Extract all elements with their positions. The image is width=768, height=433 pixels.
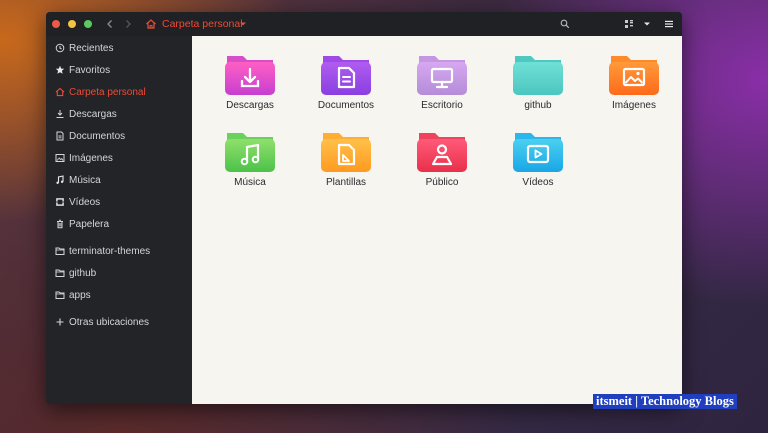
hamburger-menu-icon [665, 20, 673, 28]
video-icon [53, 195, 67, 209]
path-bar-current-location[interactable]: Carpeta personal [162, 17, 243, 31]
close-window-button[interactable] [52, 20, 60, 28]
image-folder-icon [609, 56, 659, 95]
sidebar: Recientes Favoritos Carpeta personal Des… [46, 36, 192, 404]
folder-documentos[interactable]: Documentos [306, 54, 386, 124]
sidebar-item-label: Carpeta personal [69, 86, 146, 98]
folder-github[interactable]: github [498, 54, 578, 124]
sidebar-item-videos[interactable]: Vídeos [46, 192, 192, 212]
folder-icon [53, 244, 67, 258]
caret-down-icon [644, 22, 650, 26]
plus-icon [53, 315, 67, 329]
star-icon [53, 63, 67, 77]
document-icon [53, 129, 67, 143]
maximize-window-button[interactable] [84, 20, 92, 28]
sidebar-item-label: Imágenes [69, 152, 113, 164]
folder-escritorio[interactable]: Escritorio [402, 54, 482, 124]
sidebar-item-carpeta-personal[interactable]: Carpeta personal [46, 82, 192, 102]
folder-label: Documentos [317, 100, 375, 111]
home-icon[interactable] [144, 17, 158, 31]
sidebar-item-label: Papelera [69, 218, 110, 230]
sidebar-item-favoritos[interactable]: Favoritos [46, 60, 192, 80]
image-icon [53, 151, 67, 165]
folder-label: Escritorio [421, 100, 463, 111]
file-manager-window: Carpeta personal Recientes Favoritos Car… [46, 12, 682, 404]
sidebar-item-terminator-themes[interactable]: terminator-themes [46, 241, 192, 261]
download-folder-icon [225, 56, 275, 95]
download-icon [53, 107, 67, 121]
search-button[interactable] [558, 17, 572, 31]
sidebar-item-label: apps [69, 289, 91, 301]
folder-label: Público [425, 177, 459, 188]
sidebar-item-apps[interactable]: apps [46, 285, 192, 305]
sidebar-item-label: Documentos [69, 130, 126, 142]
sidebar-item-label: terminator-themes [69, 245, 151, 257]
folder-imagenes[interactable]: Imágenes [594, 54, 674, 124]
folder-label: Descargas [226, 100, 274, 111]
sidebar-item-label: Música [69, 174, 101, 186]
music-folder-icon [225, 133, 275, 172]
clock-icon [53, 41, 67, 55]
folder-videos[interactable]: Vídeos [498, 131, 578, 201]
sidebar-item-imagenes[interactable]: Imágenes [46, 148, 192, 168]
caret-down-icon[interactable] [238, 17, 248, 31]
header-bar: Carpeta personal [46, 12, 682, 36]
music-icon [53, 173, 67, 187]
back-button[interactable] [102, 16, 118, 32]
folder-icon [53, 288, 67, 302]
folder-publico[interactable]: Público [402, 131, 482, 201]
chevron-right-icon [126, 20, 131, 28]
search-icon [560, 19, 570, 29]
sidebar-item-recientes[interactable]: Recientes [46, 38, 192, 58]
sidebar-item-label: Recientes [69, 42, 114, 54]
folder-label: Música [234, 177, 266, 188]
view-options-dropdown[interactable] [640, 17, 654, 31]
sidebar-item-documentos[interactable]: Documentos [46, 126, 192, 146]
person-folder-icon [417, 133, 467, 172]
forward-button[interactable] [120, 16, 136, 32]
trash-icon [53, 217, 67, 231]
video-folder-icon [513, 133, 563, 172]
folder-label: github [524, 100, 552, 111]
sidebar-item-musica[interactable]: Música [46, 170, 192, 190]
folder-musica[interactable]: Música [210, 131, 290, 201]
sidebar-item-github[interactable]: github [46, 263, 192, 283]
minimize-window-button[interactable] [68, 20, 76, 28]
home-icon [53, 85, 67, 99]
watermark-text: itsmeit | Technology Blogs [593, 394, 737, 409]
file-view: Descargas Documentos Escritorio github I… [192, 36, 682, 404]
folder-label: Vídeos [522, 177, 554, 188]
template-folder-icon [321, 133, 371, 172]
sidebar-item-descargas[interactable]: Descargas [46, 104, 192, 124]
sidebar-item-label: Favoritos [69, 64, 111, 76]
document-folder-icon [321, 56, 371, 95]
chevron-left-icon [107, 20, 112, 28]
folder-icon [513, 56, 563, 95]
folder-icon [53, 266, 67, 280]
sidebar-item-label: github [69, 267, 97, 279]
folder-descargas[interactable]: Descargas [210, 54, 290, 124]
folder-plantillas[interactable]: Plantillas [306, 131, 386, 201]
sidebar-item-otras-ubicaciones[interactable]: Otras ubicaciones [46, 312, 192, 332]
sidebar-item-papelera[interactable]: Papelera [46, 214, 192, 234]
folder-label: Plantillas [325, 177, 367, 188]
main-menu-button[interactable] [662, 17, 676, 31]
monitor-folder-icon [417, 56, 467, 95]
sidebar-item-label: Otras ubicaciones [69, 316, 150, 328]
folder-label: Imágenes [612, 100, 656, 111]
sidebar-item-label: Vídeos [69, 196, 101, 208]
sidebar-item-label: Descargas [69, 108, 117, 120]
view-mode-button[interactable] [622, 17, 636, 31]
grid-view-icon [625, 20, 633, 28]
